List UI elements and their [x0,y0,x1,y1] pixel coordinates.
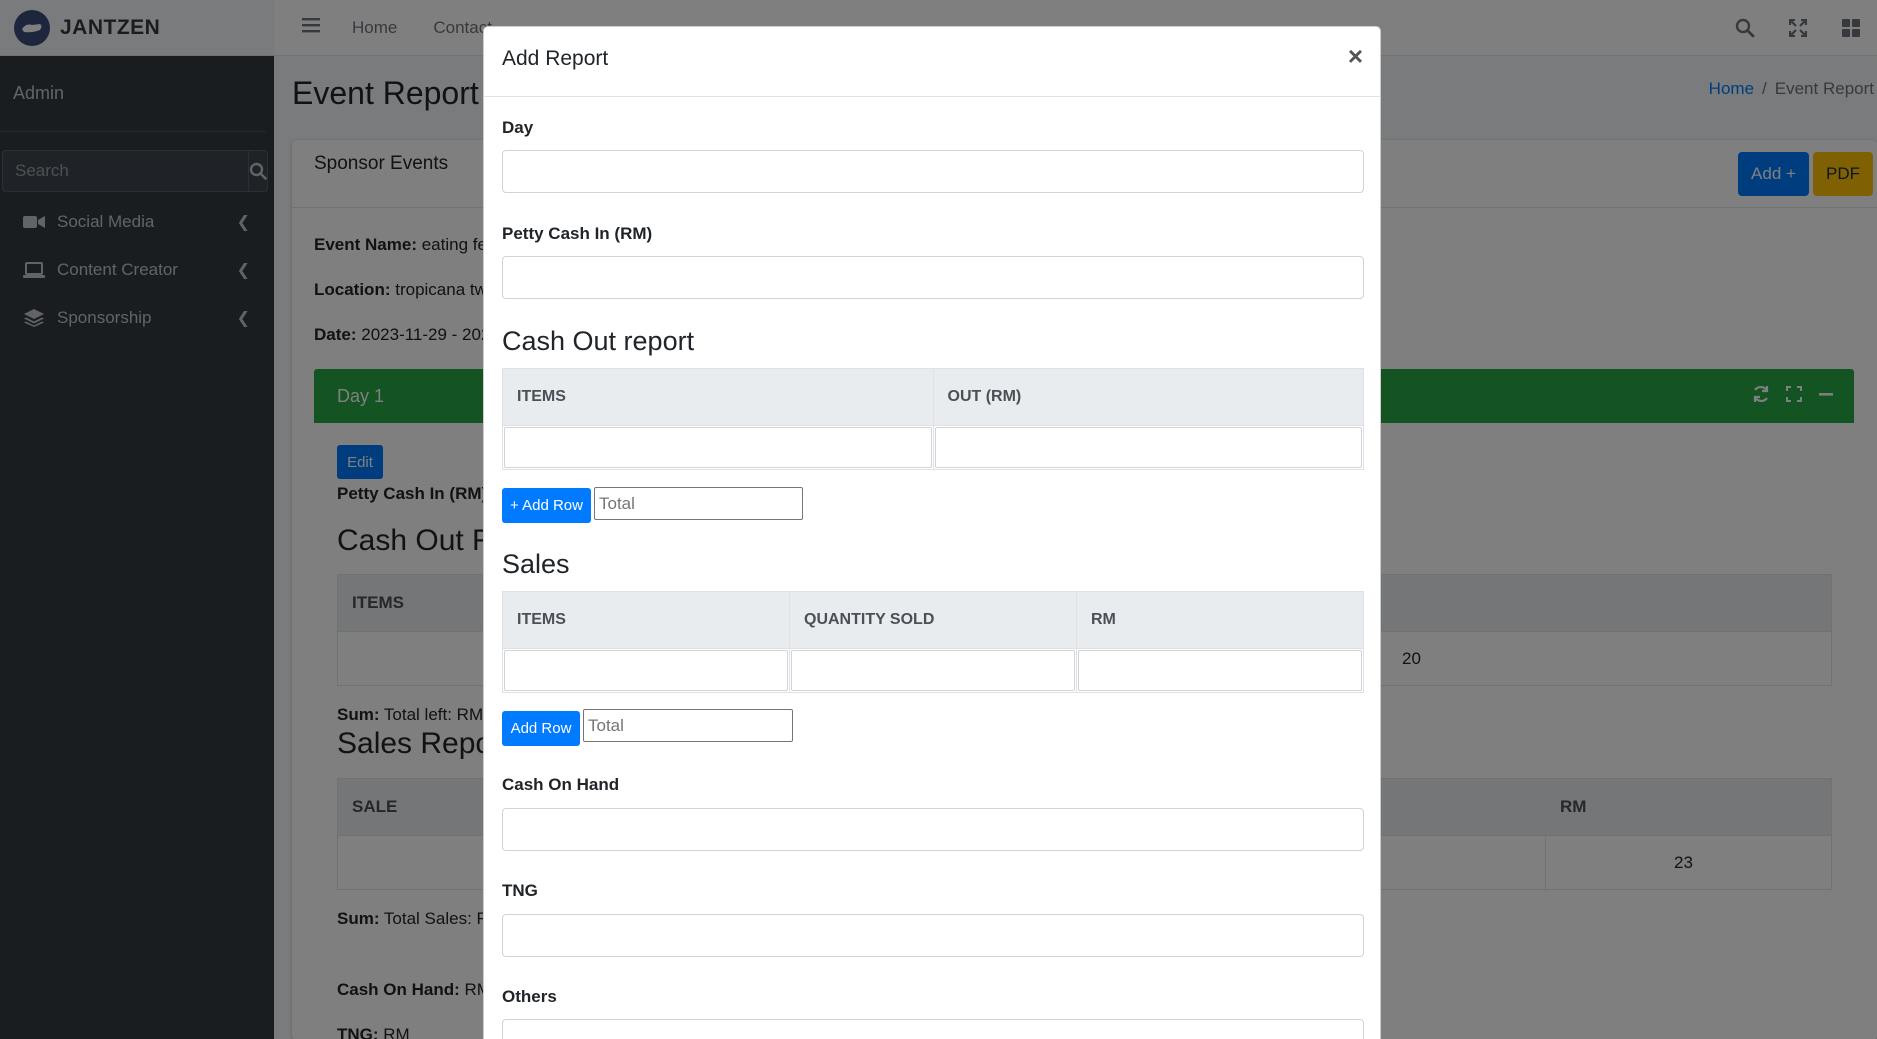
day-field[interactable] [502,150,1364,193]
sales-add-row-button[interactable]: Add Row [502,711,580,746]
column-header-items: ITEMS [503,369,934,425]
column-header-items: ITEMS [503,592,790,648]
add-report-modal: Add Report × Day Petty Cash In (RM) Cash… [483,26,1381,1039]
table-cell [1077,649,1363,692]
modal-title: Add Report [502,47,609,70]
sales-item-input[interactable] [504,650,788,691]
petty-cash-field[interactable] [502,256,1364,299]
table-cell [934,426,1364,469]
table-cell [503,426,934,469]
table-header: ITEMS OUT (RM) [503,369,1363,425]
cash-on-hand-field[interactable] [502,808,1364,851]
others-field[interactable] [502,1019,1364,1039]
cash-out-add-row-button[interactable]: + Add Row [502,488,591,523]
sales-title: Sales [502,549,570,579]
petty-cash-label: Petty Cash In (RM) [502,224,653,243]
table-cell [503,649,790,692]
cash-out-report-title: Cash Out report [502,326,695,356]
sales-quantity-input[interactable] [791,650,1075,691]
tng-field[interactable] [502,914,1364,957]
day-label: Day [502,118,534,137]
close-icon[interactable]: × [1348,41,1363,72]
others-label: Others [502,987,557,1006]
cash-out-total-input[interactable] [594,487,803,520]
table-cell [790,649,1077,692]
cash-on-hand-label: Cash On Hand [502,775,620,794]
modal-header: Add Report × [484,27,1380,97]
table-row [503,425,1363,469]
cash-out-amount-input[interactable] [934,427,1362,468]
sales-rm-input[interactable] [1078,650,1362,691]
table-header: ITEMS QUANTITY SOLD RM [503,592,1363,648]
cash-out-report-table: ITEMS OUT (RM) [502,368,1364,470]
tng-label: TNG [502,881,538,900]
table-row [503,648,1363,692]
column-header-quantity-sold: QUANTITY SOLD [790,592,1077,648]
sales-table: ITEMS QUANTITY SOLD RM [502,591,1364,693]
column-header-rm: RM [1091,611,1116,628]
column-header-out-rm: OUT (RM) [947,388,1022,405]
sales-total-input[interactable] [583,709,793,742]
cash-out-item-input[interactable] [504,427,932,468]
